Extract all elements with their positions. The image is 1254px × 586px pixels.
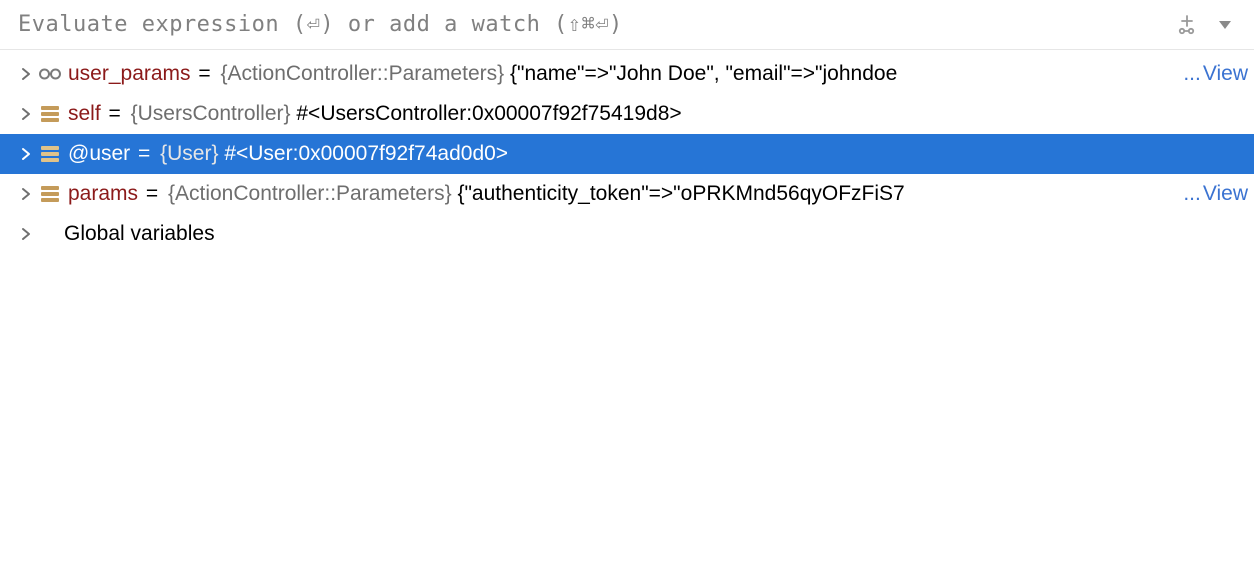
variable-name: user_params [68,62,191,85]
expand-chevron-icon[interactable] [16,147,36,161]
variable-name: params [68,182,138,205]
ellipsis-link[interactable]: ... [1183,62,1201,86]
object-icon [36,186,64,202]
variable-text: @user = {User} #<User:0x00007f92f74ad0d0… [68,142,1254,166]
variable-name: @user [68,142,130,165]
equals-sign: = [193,62,217,85]
variable-text: user_params = {ActionController::Paramet… [68,62,1183,86]
variable-row[interactable]: self = {UsersController} #<UsersControll… [0,94,1254,134]
debugger-header: Evaluate expression (⏎) or add a watch (… [0,0,1254,50]
variable-label: Global variables [64,222,1254,246]
view-link[interactable]: View [1203,182,1248,206]
variable-value: {"authenticity_token"=>"oPRKMnd56qyOFzFi… [457,182,904,205]
variable-row[interactable]: params = {ActionController::Parameters} … [0,174,1254,214]
expand-chevron-icon[interactable] [16,107,36,121]
evaluate-expression-input[interactable]: Evaluate expression (⏎) or add a watch (… [18,12,1174,37]
view-link[interactable]: View [1203,62,1248,86]
add-watch-icon[interactable] [1174,12,1200,38]
variable-value: #<User:0x00007f92f74ad0d0> [224,142,508,165]
equals-sign: = [103,102,127,125]
object-icon [36,106,64,122]
variable-row[interactable]: @user = {User} #<User:0x00007f92f74ad0d0… [0,134,1254,174]
variable-row[interactable]: Global variables [0,214,1254,254]
equals-sign: = [132,142,156,165]
variable-text: params = {ActionController::Parameters} … [68,182,1183,206]
equals-sign: = [140,182,164,205]
variable-value: {"name"=>"John Doe", "email"=>"johndoe [510,62,897,85]
ellipsis-link[interactable]: ... [1183,182,1201,206]
header-actions [1174,12,1244,38]
glasses-icon [36,67,64,81]
variable-type: {User} [160,142,218,165]
expand-chevron-icon[interactable] [16,67,36,81]
variables-panel: user_params = {ActionController::Paramet… [0,50,1254,254]
expand-chevron-icon[interactable] [16,187,36,201]
variable-row[interactable]: user_params = {ActionController::Paramet… [0,54,1254,94]
variable-type: {ActionController::Parameters} [168,182,452,205]
variable-name: self [68,102,101,125]
variable-type: {ActionController::Parameters} [221,62,505,85]
expand-chevron-icon[interactable] [16,227,36,241]
variable-value: #<UsersController:0x00007f92f75419d8> [296,102,681,125]
variable-text: self = {UsersController} #<UsersControll… [68,102,1254,126]
object-icon [36,146,64,162]
variable-type: {UsersController} [131,102,291,125]
dropdown-menu-icon[interactable] [1212,12,1238,38]
